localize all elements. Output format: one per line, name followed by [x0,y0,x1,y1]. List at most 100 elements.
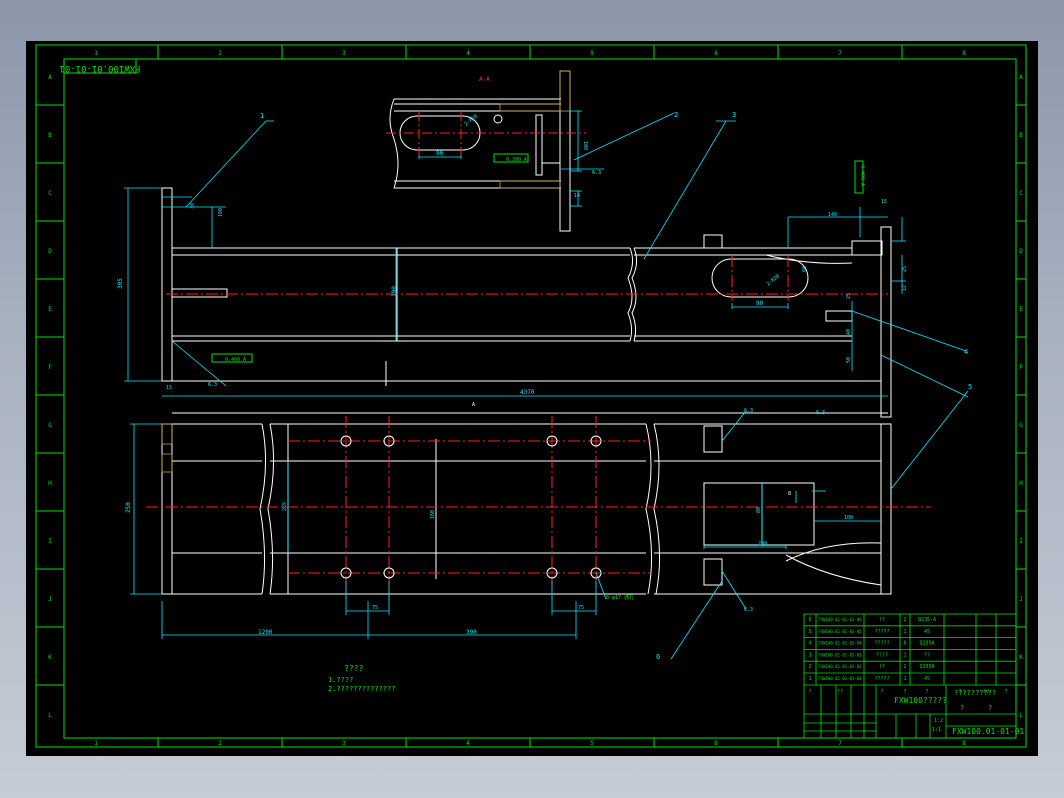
bom-mat: 45 [924,676,930,682]
title-q1: ? [960,704,964,712]
bom-code: FXW100.01-01-01-01 [818,676,862,681]
title-note: ?????????? [954,689,996,697]
callout-6: 6 [656,653,660,661]
column-label-bottom: 2 [218,740,222,747]
dim-1200: 1200 [258,629,273,636]
bom-mat: Q235-A [918,617,936,623]
bom-no: 1 [808,676,811,682]
bill-of-materials: 6 FXW100.01-01-01-06?? 2 Q235-A 5 FXW100.01-0… [803,613,1024,739]
svg-text:????: ???? [344,664,363,673]
dim-390: 390 [466,629,477,636]
roughness-4: 6.3 [744,408,753,414]
bom-code: FXW100.01-01-01-04 [818,641,862,646]
roughness-5: 6.3 [744,607,753,613]
row-label-right: K [1019,654,1023,661]
svg-text:2.??????????????: 2.?????????????? [328,685,395,693]
row-label-left: F [48,364,52,371]
dim-305: 305 [117,278,124,289]
holes-note: 8-φ17 通孔 [606,594,634,601]
column-label-top: 5 [590,50,594,57]
bom-header-cell: ? [1004,689,1007,695]
row-label-right: F [1019,364,1023,371]
row-label-right: H [1019,480,1023,487]
dim-50: 50 [846,357,852,363]
dim-100-main: 100 [218,208,224,217]
bom-no: 3 [808,652,811,658]
bom-header-cell: ?? [837,689,843,695]
bom-name: ?? [879,617,885,623]
bom-header-cell: ? [880,689,883,695]
part-callouts: 1 2 3 4 5 6 [260,111,972,661]
drawing-code-bottom: FXW100.01-01-01 [952,727,1024,736]
callout-3: 3 [732,111,736,119]
row-label-left: G [48,422,52,429]
section-detail-view: A-A 90 2-R20 100 14 0.300 A 6.3 [386,70,675,232]
column-label-bottom: 7 [838,740,842,747]
bom-code: FXW100.01-01-01-02 [818,664,862,669]
callout-2: 2 [674,111,678,119]
bom-qty: 2 [903,617,906,623]
bom-header-cell: ? [808,689,811,695]
row-label-left: A [48,74,52,81]
column-label-bottom: 6 [714,740,718,747]
svg-text:0.300 A: 0.300 A [506,157,527,163]
row-label-right: A [1019,74,1023,81]
dim-140: 140 [828,212,837,218]
dim-40: 40 [846,329,852,335]
row-label-right: L [1019,712,1023,719]
column-label-bottom: 1 [94,740,98,747]
column-label-top: 4 [466,50,470,57]
roughness-3: 6.3 [816,410,825,416]
row-label-left: I [48,538,52,545]
column-label-top: 2 [218,50,222,57]
row-label-left: E [48,306,52,313]
column-label-top: 6 [714,50,718,57]
bom-mat: 45 [924,629,930,635]
column-label-top: 1 [94,50,98,57]
callout-4: 4 [964,348,968,356]
dim-14: 14 [574,193,580,199]
bom-code: FXW100.01-01-01-03 [818,652,862,657]
column-label-bottom: 8 [962,740,966,747]
view-arrow-label: A [472,402,475,408]
row-label-right: D [1019,248,1023,255]
row-label-left: C [48,190,52,197]
dim-30: 30 [190,203,196,209]
dim-160: 160 [430,510,436,519]
column-label-top: 3 [342,50,346,57]
row-label-left: H [48,480,52,487]
bom-name: ?? [879,664,885,670]
title-q2: ? [988,704,992,712]
title-scale: 1:2 [934,718,943,724]
column-label-top: 8 [962,50,966,57]
bom-name: ????? [874,641,889,647]
dim-250: 250 [125,502,132,513]
bom-no: 5 [808,629,811,635]
tolerance-frame-1: 0.300 A [493,153,529,163]
row-label-right: G [1019,422,1023,429]
bom-header-cell: ? [925,689,928,695]
bom-no: 6 [808,617,811,623]
bom-qty: 1 [903,652,906,658]
tolerance-frame-3: 0.400 A [854,160,865,194]
dim-12: 12 [902,285,908,291]
drawing-sheet: 1122334455667788 AABBCCDDEEFFGGHHIIJJKKL… [26,41,1038,756]
dim-75a: 75 [372,605,378,611]
dim-4370: 4370 [520,389,535,396]
callout-5: 5 [968,383,972,391]
dim-15: 15 [881,199,887,205]
row-label-left: B [48,132,52,139]
dim-80: 80 [756,507,762,513]
dim-r20-section: 2-R20 [463,113,478,127]
bom-name: ????? [874,676,889,682]
bom-qty: 1 [903,676,906,682]
bom-mat: ?? [924,652,930,658]
bom-no: 2 [808,664,811,670]
dim-190: 190 [391,286,398,297]
column-label-bottom: 3 [342,740,346,747]
dim-60: 60 [802,266,808,272]
bom-code: FXW100.01-01-01-05 [818,629,862,634]
section-label: A-A [479,76,490,83]
bom-no: 4 [808,641,811,647]
dim-90-main: 90 [756,300,764,307]
